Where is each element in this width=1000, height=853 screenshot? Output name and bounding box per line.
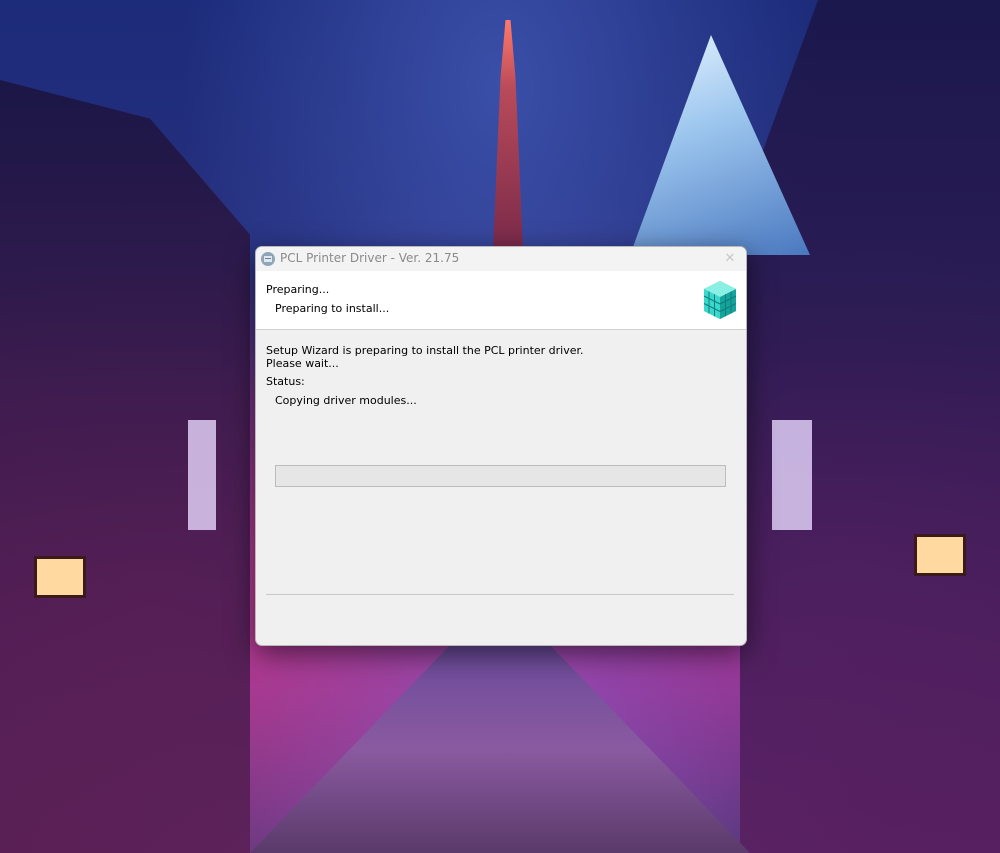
install-message: Setup Wizard is preparing to install the… bbox=[266, 344, 584, 357]
status-label: Status: bbox=[266, 375, 305, 388]
header-title: Preparing... bbox=[266, 283, 330, 296]
wallpaper-lantern bbox=[914, 534, 966, 576]
footer-divider bbox=[266, 594, 734, 595]
wallpaper-lantern bbox=[34, 556, 86, 598]
package-cubes-icon bbox=[700, 277, 740, 323]
progress-bar bbox=[275, 465, 726, 487]
header-subtitle: Preparing to install... bbox=[275, 302, 390, 315]
title-bar[interactable]: PCL Printer Driver - Ver. 21.75 ✕ bbox=[256, 247, 746, 271]
installer-dialog: PCL Printer Driver - Ver. 21.75 ✕ Prepar… bbox=[255, 246, 747, 646]
wizard-header: Preparing... Preparing to install... bbox=[256, 271, 746, 330]
close-icon[interactable]: ✕ bbox=[720, 249, 740, 269]
window-title: PCL Printer Driver - Ver. 21.75 bbox=[280, 251, 460, 265]
desktop-wallpaper: PCL Printer Driver - Ver. 21.75 ✕ Prepar… bbox=[0, 0, 1000, 853]
status-value: Copying driver modules... bbox=[275, 394, 417, 407]
wallpaper-neon-letter-right bbox=[772, 420, 812, 530]
please-wait-text: Please wait... bbox=[266, 357, 339, 370]
installer-app-icon bbox=[260, 251, 276, 267]
wallpaper-tower bbox=[493, 20, 523, 250]
wallpaper-neon-letter-left bbox=[188, 420, 216, 530]
wallpaper-street bbox=[250, 645, 750, 853]
